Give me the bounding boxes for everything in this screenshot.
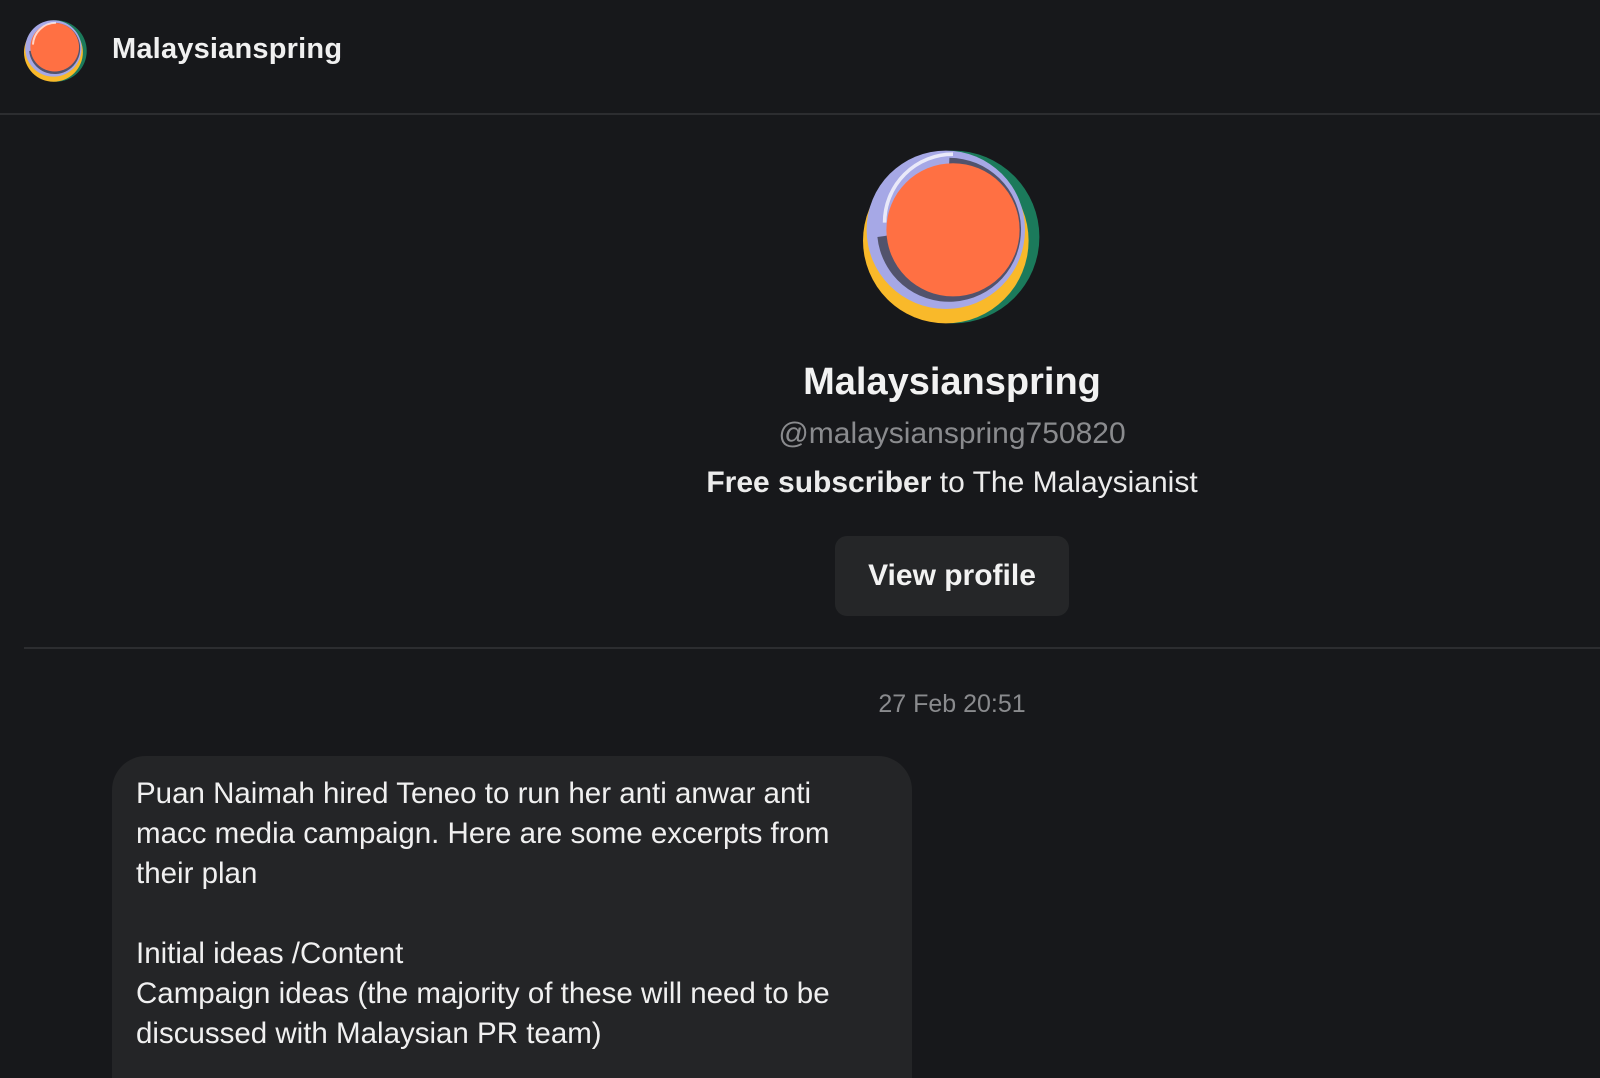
header-username[interactable]: Malaysianspring bbox=[112, 33, 342, 66]
subscription-connector: to bbox=[931, 466, 973, 499]
publication-name: The Malaysianist bbox=[972, 466, 1198, 499]
subscription-type: Free subscriber bbox=[706, 466, 932, 499]
message-line: Campaign ideas (the majority of these wi… bbox=[136, 977, 830, 1010]
message-paragraph-gap bbox=[136, 894, 888, 934]
subscription-status: Free subscriber to The Malaysianist bbox=[24, 466, 1600, 500]
profile-avatar-icon[interactable] bbox=[24, 19, 88, 83]
message-timestamp: 27 Feb 20:51 bbox=[878, 690, 1026, 718]
profile-avatar-icon bbox=[863, 147, 1043, 327]
profile-name: Malaysianspring bbox=[803, 361, 1101, 403]
message-line: their plan bbox=[136, 857, 258, 890]
message-line: macc media campaign. Here are some excer… bbox=[136, 817, 830, 850]
conversation-header: Malaysianspring bbox=[0, 0, 1600, 115]
message-line: Initial ideas /Content bbox=[136, 937, 404, 970]
view-profile-button[interactable]: View profile bbox=[835, 536, 1069, 616]
message-line: Puan Naimah hired Teneo to run her anti … bbox=[136, 777, 812, 810]
profile-card: Malaysianspring @malaysianspring750820 F… bbox=[24, 115, 1600, 649]
profile-handle: @malaysianspring750820 bbox=[778, 417, 1126, 450]
message-line: discussed with Malaysian PR team) bbox=[136, 1017, 602, 1050]
message-bubble[interactable]: Puan Naimah hired Teneo to run her anti … bbox=[112, 756, 912, 1078]
